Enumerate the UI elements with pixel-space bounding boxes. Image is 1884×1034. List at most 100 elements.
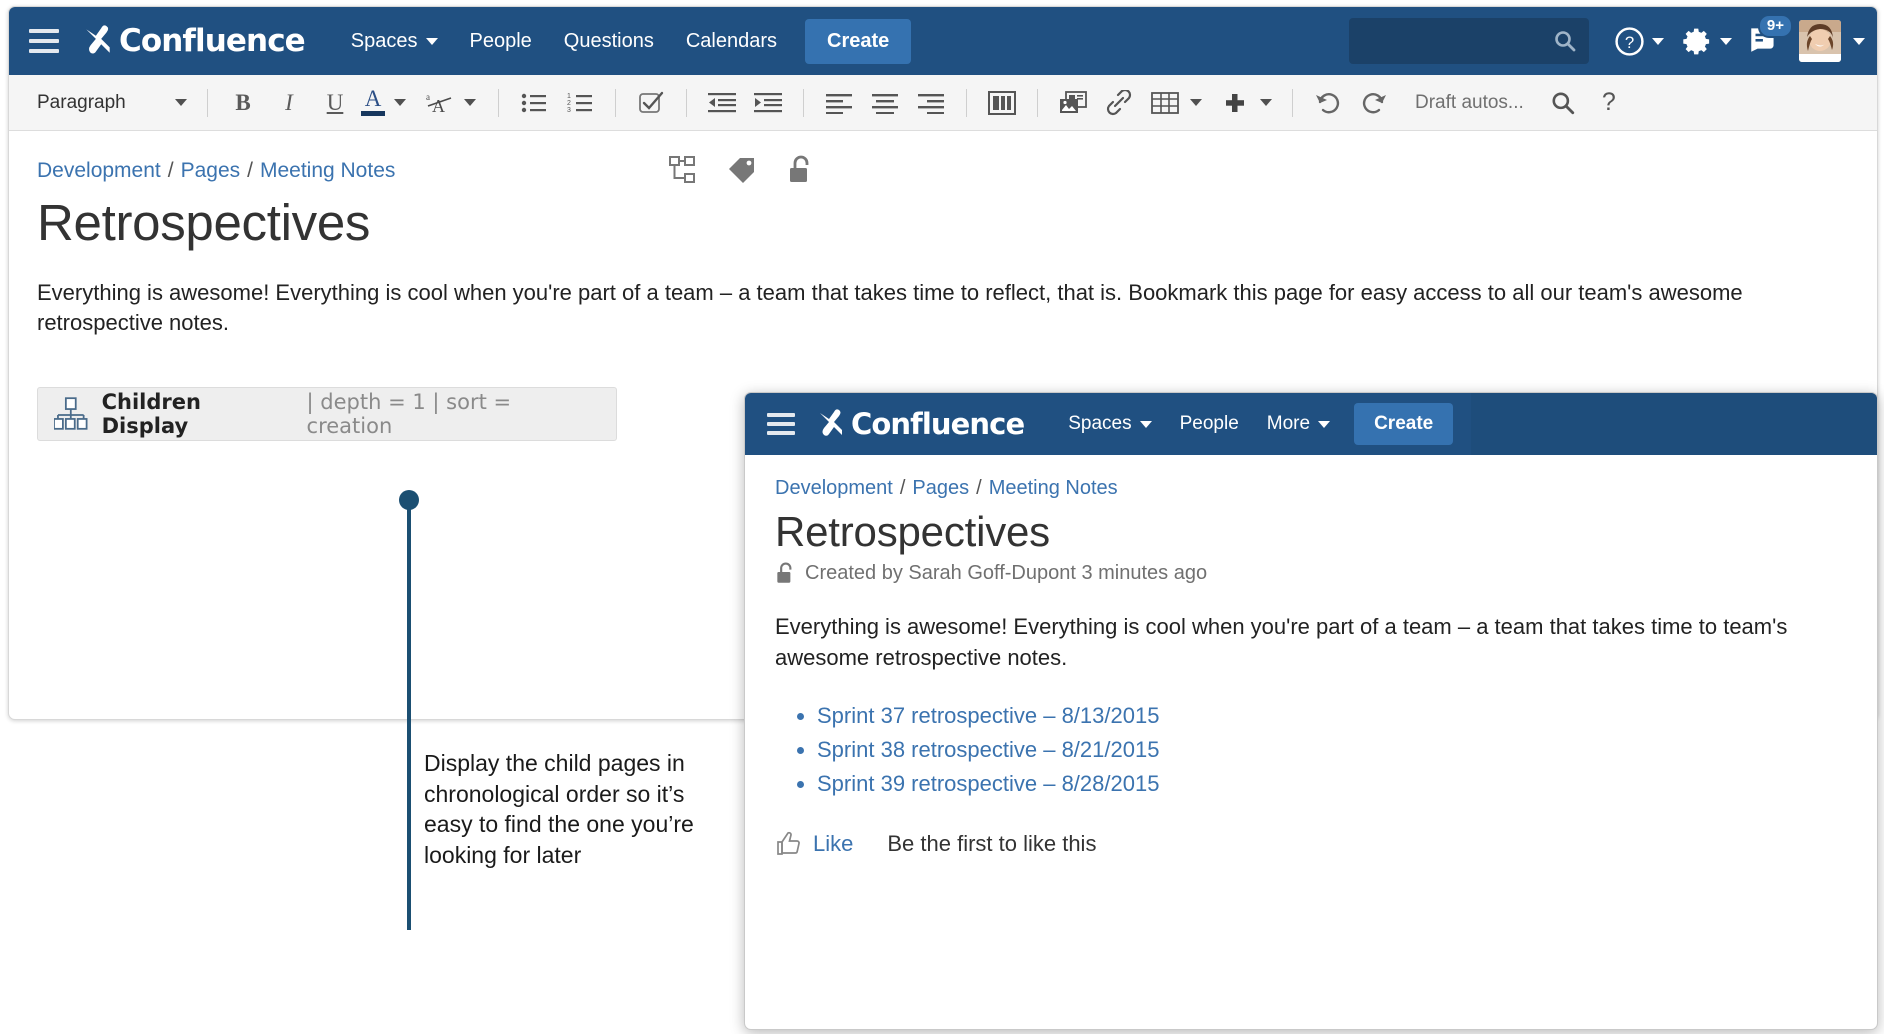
align-right-button[interactable] bbox=[912, 84, 950, 122]
child-page-link-sprint-37[interactable]: Sprint 37 retrospective – 8/13/2015 bbox=[817, 703, 1159, 728]
like-button[interactable]: Like bbox=[813, 831, 853, 857]
align-center-button[interactable] bbox=[866, 84, 904, 122]
insert-image-button[interactable] bbox=[1054, 84, 1092, 122]
chevron-down-icon[interactable] bbox=[1190, 99, 1202, 106]
page-layout-button[interactable] bbox=[983, 84, 1021, 122]
macro-parameters: | depth = 1 | sort = creation bbox=[307, 390, 600, 438]
chevron-down-icon bbox=[1140, 421, 1152, 428]
child-page-link-sprint-38[interactable]: Sprint 38 retrospective – 8/21/2015 bbox=[817, 737, 1159, 762]
children-display-icon bbox=[54, 397, 88, 431]
editor-help-button[interactable]: ? bbox=[1590, 84, 1628, 122]
page-tree-icon[interactable] bbox=[669, 155, 697, 185]
hamburger-icon[interactable] bbox=[29, 29, 59, 53]
insert-table-icon bbox=[1151, 91, 1179, 115]
confluence-logo[interactable]: Confluence bbox=[81, 23, 305, 59]
notifications-button[interactable]: 9+ bbox=[1741, 18, 1793, 65]
chevron-down-icon[interactable] bbox=[1260, 99, 1272, 106]
chevron-down-icon bbox=[175, 99, 187, 106]
find-replace-button[interactable] bbox=[1544, 84, 1582, 122]
hamburger-icon[interactable] bbox=[767, 413, 795, 435]
chevron-down-icon[interactable] bbox=[394, 99, 406, 106]
breadcrumb-item-meeting-notes[interactable]: Meeting Notes bbox=[260, 159, 395, 183]
inset-nav-item-spaces[interactable]: Spaces bbox=[1054, 404, 1165, 444]
inset-breadcrumb-item-meeting-notes[interactable]: Meeting Notes bbox=[989, 477, 1118, 500]
toolbar-divider bbox=[615, 89, 616, 117]
confluence-logo[interactable]: Confluence bbox=[815, 407, 1024, 441]
create-button[interactable]: Create bbox=[805, 19, 911, 64]
bold-button[interactable]: B bbox=[224, 84, 262, 122]
draft-status: Draft autos... bbox=[1415, 92, 1524, 114]
list-item: Sprint 39 retrospective – 8/28/2015 bbox=[817, 771, 1847, 797]
children-display-macro[interactable]: Children Display | depth = 1 | sort = cr… bbox=[37, 387, 617, 441]
nav-item-label: Spaces bbox=[351, 30, 418, 53]
numbered-list-button[interactable]: 1 2 3 bbox=[561, 84, 599, 122]
nav-item-people[interactable]: People bbox=[454, 20, 548, 63]
text-style-icon: a A bbox=[424, 90, 454, 116]
italic-button[interactable]: I bbox=[270, 84, 308, 122]
redo-button[interactable] bbox=[1355, 84, 1393, 122]
paragraph-style-select[interactable]: Paragraph bbox=[23, 92, 195, 114]
inset-search-area[interactable] bbox=[1471, 393, 1877, 455]
insert-link-button[interactable] bbox=[1100, 84, 1138, 122]
inset-create-button[interactable]: Create bbox=[1354, 403, 1453, 445]
nav-item-questions[interactable]: Questions bbox=[548, 20, 670, 63]
help-button[interactable]: ? bbox=[1605, 20, 1673, 63]
insert-table-button[interactable] bbox=[1146, 84, 1184, 122]
text-color-button[interactable]: A bbox=[358, 89, 388, 116]
bullet-list-button[interactable] bbox=[515, 84, 553, 122]
settings-button[interactable] bbox=[1673, 20, 1741, 63]
nav-item-label: Calendars bbox=[686, 30, 777, 53]
outdent-icon bbox=[708, 91, 736, 115]
inset-page-metadata: Created by Sarah Goff-Dupont 3 minutes a… bbox=[775, 562, 1847, 585]
search-box[interactable] bbox=[1349, 18, 1589, 64]
insert-more-button[interactable] bbox=[1216, 84, 1254, 122]
toolbar-divider bbox=[1292, 89, 1293, 117]
like-section: Like Be the first to like this bbox=[775, 831, 1847, 857]
outdent-button[interactable] bbox=[703, 84, 741, 122]
brand-name: Confluence bbox=[119, 23, 305, 59]
avatar[interactable] bbox=[1799, 20, 1841, 62]
inset-nav-item-more[interactable]: More bbox=[1253, 404, 1344, 444]
page-paragraph: Everything is awesome! Everything is coo… bbox=[37, 278, 1827, 339]
redo-icon bbox=[1360, 90, 1388, 116]
unlock-icon bbox=[775, 562, 795, 585]
toolbar-divider bbox=[498, 89, 499, 117]
label-tag-icon[interactable] bbox=[727, 156, 757, 184]
screenshot-root: Confluence Spaces People Questions Calen… bbox=[0, 0, 1884, 1034]
task-list-button[interactable] bbox=[632, 84, 670, 122]
breadcrumb-item-development[interactable]: Development bbox=[37, 159, 161, 183]
text-style-button[interactable]: a A bbox=[420, 84, 458, 122]
thumbs-up-icon[interactable] bbox=[775, 831, 801, 857]
nav-item-calendars[interactable]: Calendars bbox=[670, 20, 793, 63]
brand-name: Confluence bbox=[851, 407, 1024, 441]
nav-item-spaces[interactable]: Spaces bbox=[335, 20, 454, 63]
page-action-icons bbox=[669, 155, 813, 185]
child-pages-list: Sprint 37 retrospective – 8/13/2015 Spri… bbox=[783, 703, 1847, 797]
inset-nav-item-people[interactable]: People bbox=[1166, 404, 1253, 444]
chevron-down-icon[interactable] bbox=[464, 99, 476, 106]
svg-text:?: ? bbox=[1625, 32, 1634, 51]
chevron-down-icon[interactable] bbox=[1853, 38, 1865, 45]
align-center-icon bbox=[872, 92, 898, 114]
inset-top-navigation: Confluence Spaces People More Create bbox=[745, 393, 1877, 455]
indent-icon bbox=[754, 91, 782, 115]
breadcrumb-separator: / bbox=[900, 477, 906, 500]
child-page-link-sprint-39[interactable]: Sprint 39 retrospective – 8/28/2015 bbox=[817, 771, 1159, 796]
svg-text:2: 2 bbox=[567, 100, 571, 107]
align-left-button[interactable] bbox=[820, 84, 858, 122]
search-icon bbox=[1550, 90, 1576, 116]
underline-button[interactable]: U bbox=[316, 84, 354, 122]
task-list-icon bbox=[637, 90, 665, 116]
toolbar-divider bbox=[686, 89, 687, 117]
search-input[interactable] bbox=[1349, 18, 1589, 64]
undo-button[interactable] bbox=[1309, 84, 1347, 122]
nav-item-label: More bbox=[1267, 413, 1310, 435]
inset-breadcrumb-item-development[interactable]: Development bbox=[775, 477, 893, 500]
inset-breadcrumb-item-pages[interactable]: Pages bbox=[912, 477, 969, 500]
nav-item-label: People bbox=[1180, 413, 1239, 435]
breadcrumb-item-pages[interactable]: Pages bbox=[181, 159, 241, 183]
bullet-list-icon bbox=[521, 91, 547, 115]
indent-button[interactable] bbox=[749, 84, 787, 122]
unlock-icon[interactable] bbox=[787, 155, 813, 185]
toolbar-divider bbox=[966, 89, 967, 117]
